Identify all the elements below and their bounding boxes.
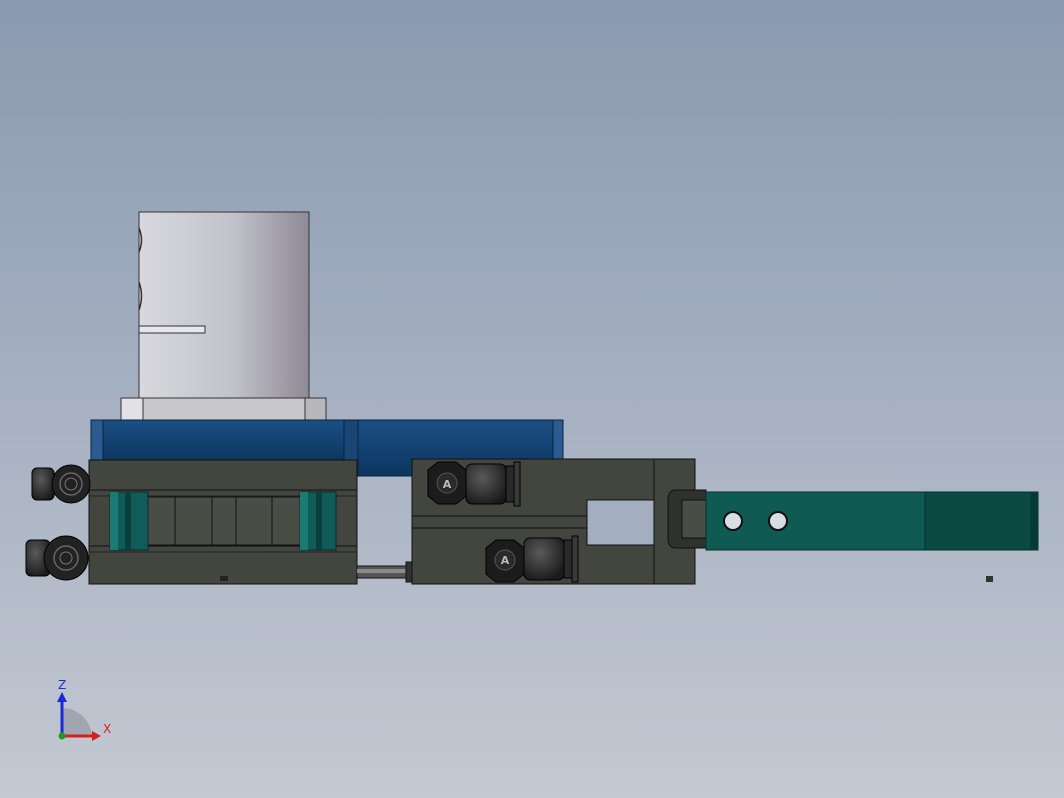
cad-model-view[interactable]: A A: [0, 0, 1064, 798]
orientation-triad[interactable]: [57, 692, 101, 741]
small-screw: [986, 576, 993, 582]
slide-block-right: [299, 491, 337, 551]
triad-x-label: X: [103, 722, 112, 736]
graphics-viewport[interactable]: A A Z X: [0, 0, 1064, 798]
gripper-arm: [705, 491, 1039, 551]
fitting-lower-marking: A: [501, 554, 510, 567]
triad-z-label: Z: [58, 678, 67, 692]
left-fitting-upper: [31, 464, 91, 504]
fitting-upper-marking: A: [443, 478, 452, 491]
left-fitting-lower: [25, 535, 89, 581]
slide-block-left: [109, 491, 149, 551]
piston-rod: [356, 561, 414, 583]
cylinder-flange: [120, 397, 327, 421]
cylinder: [138, 211, 310, 401]
gripper-clamp: [667, 489, 707, 549]
